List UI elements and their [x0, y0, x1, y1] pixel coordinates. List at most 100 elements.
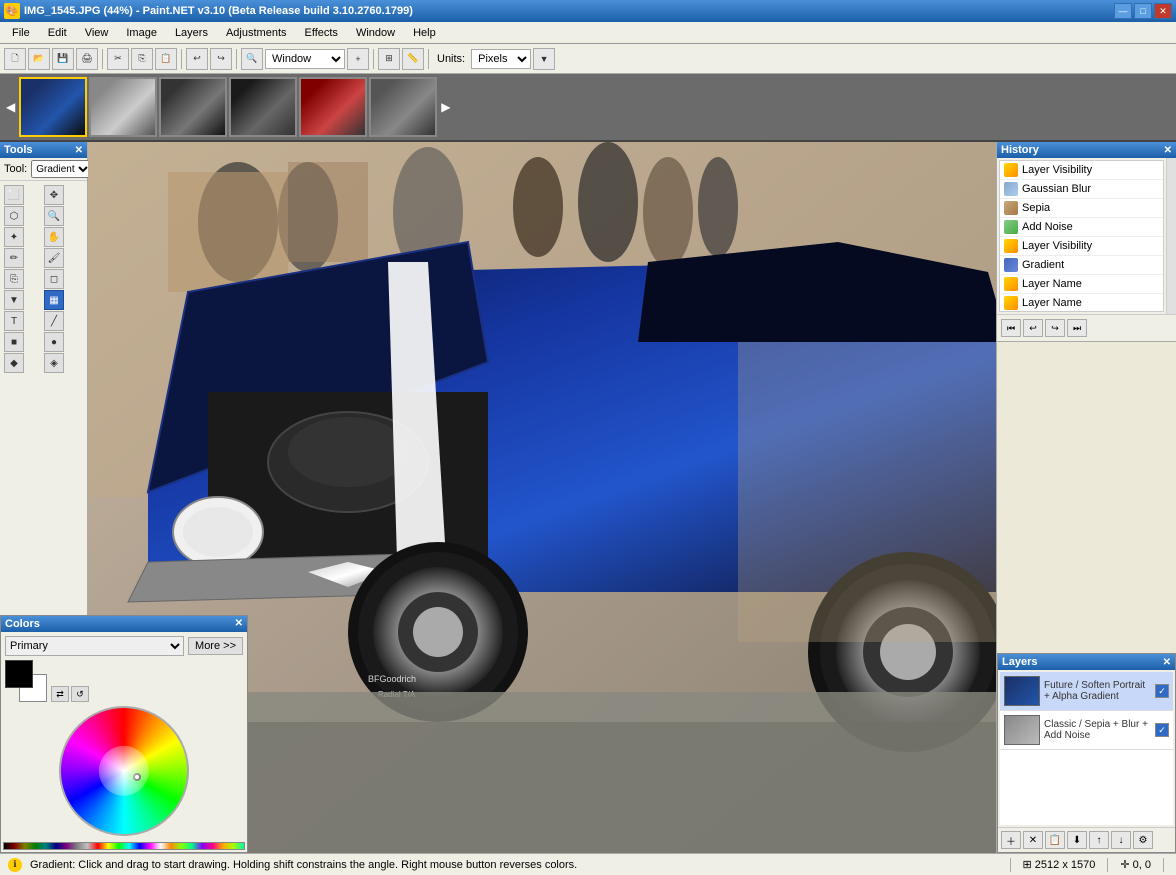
history-icon-0: [1004, 163, 1018, 177]
tool-text[interactable]: T: [4, 311, 24, 331]
history-item-2[interactable]: Sepia: [1000, 199, 1163, 218]
close-button[interactable]: ✕: [1154, 3, 1172, 19]
colors-top-row: Primary Secondary More >>: [5, 636, 243, 656]
layer-check-1[interactable]: ✓: [1155, 723, 1169, 737]
layer-merge-btn[interactable]: ⬇: [1067, 831, 1087, 849]
menu-window[interactable]: Window: [348, 25, 403, 41]
tool-zoom[interactable]: 🔍: [44, 206, 64, 226]
colors-close-btn[interactable]: ✕: [235, 618, 243, 630]
tool-line[interactable]: ╱: [44, 311, 64, 331]
toolbar-redo[interactable]: ↪: [210, 48, 232, 70]
tool-freeform[interactable]: ◆: [4, 353, 24, 373]
history-redo-btn[interactable]: ↪: [1045, 319, 1065, 337]
tool-pan[interactable]: ✋: [44, 227, 64, 247]
history-label-1: Gaussian Blur: [1022, 183, 1091, 195]
thumbnails-bar: ◀ ▶: [0, 74, 1176, 142]
menu-edit[interactable]: Edit: [40, 25, 75, 41]
layer-props-btn[interactable]: ⚙: [1133, 831, 1153, 849]
menu-view[interactable]: View: [77, 25, 117, 41]
maximize-button[interactable]: □: [1134, 3, 1152, 19]
swap-colors-btn[interactable]: ⇄: [51, 686, 69, 702]
units-select[interactable]: Pixels Inches Centimeters: [471, 49, 531, 69]
layer-add-btn[interactable]: ＋: [1001, 831, 1021, 849]
colors-more-btn[interactable]: More >>: [188, 637, 243, 655]
toolbar-separator-5: [428, 49, 429, 69]
toolbar-zoom-in[interactable]: +: [347, 48, 369, 70]
layer-item-0[interactable]: Future / Soften Portrait + Alpha Gradien…: [1000, 672, 1173, 711]
thumbnail-2[interactable]: [89, 77, 157, 137]
tool-select[interactable]: Gradient: [31, 160, 92, 178]
menu-file[interactable]: File: [4, 25, 38, 41]
history-item-5[interactable]: Gradient: [1000, 256, 1163, 275]
layer-item-1[interactable]: Classic / Sepia + Blur + Add Noise ✓: [1000, 711, 1173, 750]
toolbar-grid[interactable]: ⊞: [378, 48, 400, 70]
tool-rect-select[interactable]: ⬜: [4, 185, 24, 205]
tool-paintbucket[interactable]: ▼: [4, 290, 24, 310]
tool-gradient[interactable]: ▦: [44, 290, 64, 310]
toolbar-undo[interactable]: ↩: [186, 48, 208, 70]
tool-magic-wand[interactable]: ✦: [4, 227, 24, 247]
thumbnail-4[interactable]: [229, 77, 297, 137]
toolbar-new[interactable]: 🗋: [4, 48, 26, 70]
toolbar-paste[interactable]: 📋: [155, 48, 177, 70]
history-item-3[interactable]: Add Noise: [1000, 218, 1163, 237]
history-close-btn[interactable]: ✕: [1164, 145, 1172, 156]
layer-down-btn[interactable]: ↓: [1111, 831, 1131, 849]
layer-up-btn[interactable]: ↑: [1089, 831, 1109, 849]
layers-close-btn[interactable]: ✕: [1163, 657, 1171, 668]
tool-pencil[interactable]: ✏: [4, 248, 24, 268]
color-wheel[interactable]: [59, 706, 189, 836]
svg-text:BFGoodrich: BFGoodrich: [368, 674, 416, 684]
menu-help[interactable]: Help: [405, 25, 444, 41]
tool-clone[interactable]: ⎘: [4, 269, 24, 289]
menu-layers[interactable]: Layers: [167, 25, 216, 41]
history-icon-4: [1004, 239, 1018, 253]
layer-check-0[interactable]: ✓: [1155, 684, 1169, 698]
tools-close-btn[interactable]: ✕: [75, 145, 83, 156]
toolbar-print[interactable]: 🖨: [76, 48, 98, 70]
colors-mode-select[interactable]: Primary Secondary: [5, 636, 184, 656]
thumb-next-btn[interactable]: ▶: [439, 100, 452, 114]
toolbar-dropdown[interactable]: ▼: [533, 48, 555, 70]
history-scrollbar[interactable]: [1166, 158, 1176, 314]
menu-effects[interactable]: Effects: [297, 25, 346, 41]
history-item-6[interactable]: Layer Name: [1000, 275, 1163, 294]
toolbar-zoom-out[interactable]: 🔍: [241, 48, 263, 70]
history-item-1[interactable]: Gaussian Blur: [1000, 180, 1163, 199]
tool-extra[interactable]: ◈: [44, 353, 64, 373]
thumb-prev-btn[interactable]: ◀: [4, 100, 17, 114]
thumbnail-5[interactable]: [299, 77, 367, 137]
tools-grid: ⬜ ✥ ⬡ 🔍 ✦ ✋ ✏ 🖌 ⎘ ◻ ▼ ▦ T ╱ ■ ● ◆ ◈: [0, 181, 87, 377]
color-palette-strip[interactable]: [3, 842, 245, 850]
history-last-btn[interactable]: ⏭: [1067, 319, 1087, 337]
toolbar-save[interactable]: 💾: [52, 48, 74, 70]
history-item-0[interactable]: Layer Visibility: [1000, 161, 1163, 180]
primary-color-swatch[interactable]: [5, 660, 33, 688]
tool-lasso[interactable]: ⬡: [4, 206, 24, 226]
layer-duplicate-btn[interactable]: 📋: [1045, 831, 1065, 849]
minimize-button[interactable]: —: [1114, 3, 1132, 19]
history-undo-btn[interactable]: ↩: [1023, 319, 1043, 337]
thumbnail-6[interactable]: [369, 77, 437, 137]
reset-colors-btn[interactable]: ↺: [71, 686, 89, 702]
menu-adjustments[interactable]: Adjustments: [218, 25, 295, 41]
tool-move[interactable]: ✥: [44, 185, 64, 205]
toolbar-rulers[interactable]: 📏: [402, 48, 424, 70]
thumbnail-3[interactable]: [159, 77, 227, 137]
tool-rect-shape[interactable]: ■: [4, 332, 24, 352]
colors-content: Primary Secondary More >> ⇄ ↺: [1, 632, 247, 840]
toolbar-copy[interactable]: ⎘: [131, 48, 153, 70]
toolbar-cut[interactable]: ✂: [107, 48, 129, 70]
tool-eraser[interactable]: ◻: [44, 269, 64, 289]
tool-recolor[interactable]: 🖌: [44, 248, 64, 268]
layer-name-1: Classic / Sepia + Blur + Add Noise: [1044, 719, 1151, 741]
menu-image[interactable]: Image: [118, 25, 165, 41]
tool-ellipse[interactable]: ●: [44, 332, 64, 352]
thumbnail-1[interactable]: [19, 77, 87, 137]
history-item-7[interactable]: Layer Name: [1000, 294, 1163, 312]
toolbar-window-combo[interactable]: Window Fit to Screen Actual Size: [265, 49, 345, 69]
history-item-4[interactable]: Layer Visibility: [1000, 237, 1163, 256]
toolbar-open[interactable]: 📂: [28, 48, 50, 70]
layer-delete-btn[interactable]: ✕: [1023, 831, 1043, 849]
history-first-btn[interactable]: ⏮: [1001, 319, 1021, 337]
